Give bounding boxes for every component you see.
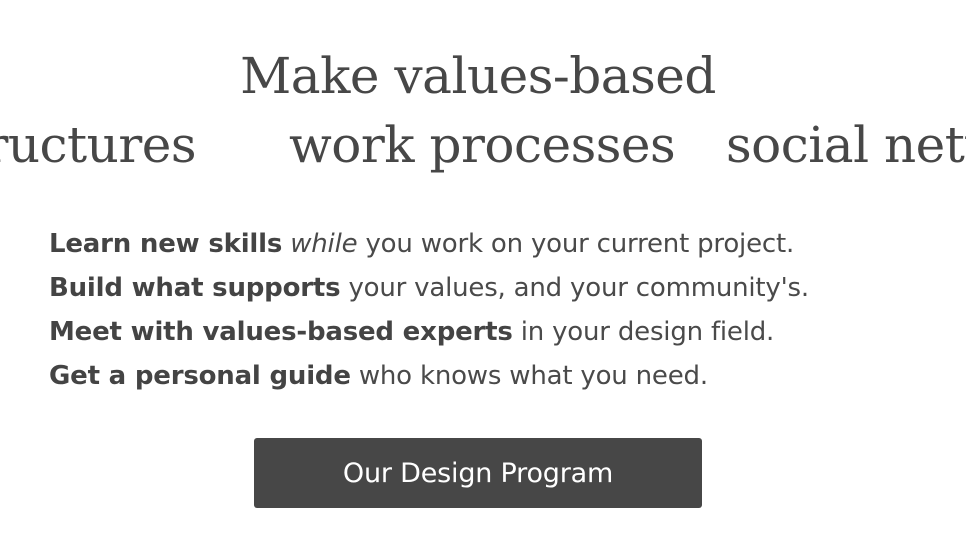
benefit-text: who knows what you need. [358,361,708,391]
benefit-item: Get a personal guide who knows what you … [49,354,809,398]
benefit-highlight: Get a personal guide [49,361,351,391]
benefit-text: your values, and your community's. [348,273,809,303]
benefit-item: Build what supports your values, and you… [49,266,809,310]
benefit-emphasis: while [290,229,358,259]
carousel-word-previous: ructures [0,116,196,174]
benefit-highlight: Learn new skills [49,229,283,259]
benefits-list: Learn new skills while you work on your … [49,222,809,398]
benefit-item: Learn new skills while you work on your … [49,222,809,266]
benefit-text: you work on your current project. [365,229,795,259]
hero-title: Make values-based [240,47,716,105]
carousel-word-active: work processes [289,116,676,174]
rotating-words-carousel: ructures work processes social netw [0,112,966,178]
benefit-item: Meet with values-based experts in your d… [49,310,809,354]
benefit-highlight: Meet with values-based experts [49,317,513,347]
benefit-text: in your design field. [520,317,775,347]
carousel-word-next: social netw [726,116,966,174]
design-program-button[interactable]: Our Design Program [254,438,702,508]
benefit-highlight: Build what supports [49,273,341,303]
